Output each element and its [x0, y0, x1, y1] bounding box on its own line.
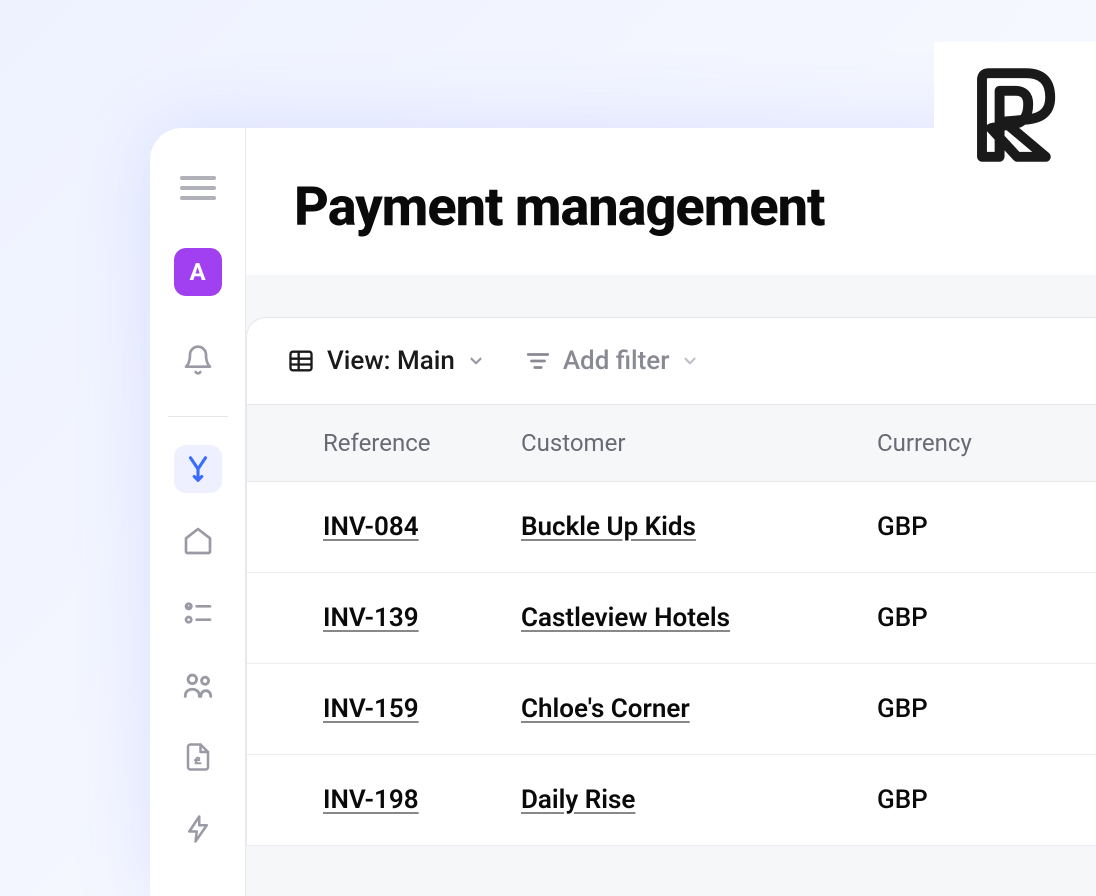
cell-currency: GBP [861, 603, 1096, 633]
table-region: View: Main Add filter Reference Customer… [246, 275, 1096, 896]
merge-icon[interactable] [174, 445, 222, 493]
cell-customer[interactable]: Castleview Hotels [505, 603, 861, 633]
main-content: Payment management View: Main Add filter [246, 128, 1096, 896]
cell-currency: GBP [861, 512, 1096, 542]
cell-reference[interactable]: INV-084 [247, 512, 505, 542]
filter-label: Add filter [563, 346, 670, 376]
sidebar: A [150, 128, 246, 896]
column-header-reference[interactable]: Reference [247, 429, 505, 457]
table-card: View: Main Add filter Reference Customer… [246, 317, 1096, 846]
view-label: View: Main [327, 346, 455, 376]
chevron-down-icon [681, 352, 699, 370]
cell-currency: GBP [861, 785, 1096, 815]
filter-icon [525, 348, 551, 374]
view-selector[interactable]: View: Main [287, 346, 485, 376]
cell-reference[interactable]: INV-139 [247, 603, 505, 633]
people-icon[interactable] [174, 661, 222, 709]
cell-reference[interactable]: INV-159 [247, 694, 505, 724]
column-header-currency[interactable]: Currency [861, 429, 1096, 457]
app-window: A Payment management [150, 128, 1096, 896]
table-toolbar: View: Main Add filter [247, 318, 1096, 404]
column-header-customer[interactable]: Customer [505, 429, 861, 457]
table-icon [287, 347, 315, 375]
cell-reference[interactable]: INV-198 [247, 785, 505, 815]
menu-icon[interactable] [180, 176, 216, 200]
table-header-row: Reference Customer Currency [247, 404, 1096, 482]
table-row[interactable]: INV-139Castleview HotelsGBP [247, 573, 1096, 664]
bell-icon[interactable] [174, 336, 222, 384]
cell-customer[interactable]: Buckle Up Kids [505, 512, 861, 542]
cell-customer[interactable]: Chloe's Corner [505, 694, 861, 724]
table-row[interactable]: INV-198Daily RiseGBP [247, 755, 1096, 846]
sidebar-divider [168, 416, 228, 417]
cell-customer[interactable]: Daily Rise [505, 785, 861, 815]
document-pound-icon[interactable] [174, 733, 222, 781]
table-body: INV-084Buckle Up KidsGBPINV-139Castlevie… [247, 482, 1096, 846]
checklist-icon[interactable] [174, 589, 222, 637]
chevron-down-icon [467, 352, 485, 370]
table-row[interactable]: INV-084Buckle Up KidsGBP [247, 482, 1096, 573]
revolut-logo [934, 42, 1096, 192]
home-icon[interactable] [174, 517, 222, 565]
cell-currency: GBP [861, 694, 1096, 724]
lightning-icon[interactable] [174, 805, 222, 853]
avatar[interactable]: A [174, 248, 222, 296]
table-row[interactable]: INV-159Chloe's CornerGBP [247, 664, 1096, 755]
add-filter-button[interactable]: Add filter [525, 346, 700, 376]
r-logo-icon [960, 60, 1070, 174]
